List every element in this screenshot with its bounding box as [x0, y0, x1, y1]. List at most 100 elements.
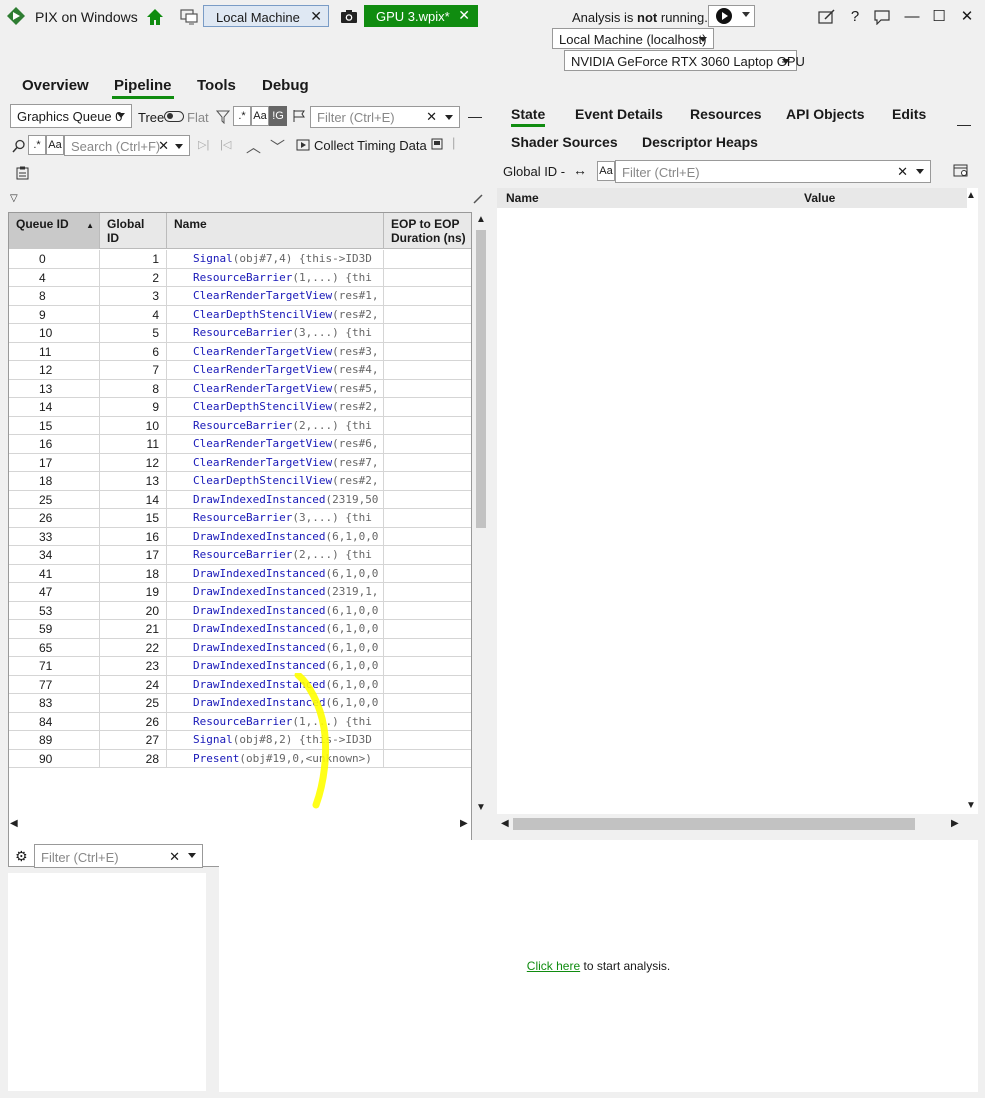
table-row[interactable]: 15 10 ResourceBarrier(2,...) {thi	[9, 416, 471, 435]
table-row[interactable]: 77 24 DrawIndexedInstanced(6,1,0,0	[9, 675, 471, 694]
column-name[interactable]: Name	[167, 213, 384, 249]
feedback-edit-icon[interactable]	[818, 9, 836, 25]
tab-pipeline[interactable]: Pipeline	[112, 77, 174, 99]
state-case-toggle[interactable]: Aa	[597, 161, 615, 181]
column-state-value[interactable]: Value	[804, 191, 835, 205]
gear-icon[interactable]: ⚙	[15, 848, 28, 865]
table-row[interactable]: 4 2 ResourceBarrier(1,...) {thi	[9, 268, 471, 287]
table-row[interactable]: 18 13 ClearDepthStencilView(res#2,	[9, 472, 471, 491]
bottom-filter-input[interactable]: Filter (Ctrl+E) ✕	[34, 844, 203, 868]
column-global-id[interactable]: Global ID	[100, 213, 167, 249]
close-icon[interactable]: ✕	[458, 7, 470, 24]
tab-overview[interactable]: Overview	[22, 77, 89, 94]
column-queue-id[interactable]: Queue ID ▲	[9, 213, 100, 249]
camera-icon[interactable]	[340, 8, 358, 24]
table-row[interactable]: 71 23 DrawIndexedInstanced(6,1,0,0	[9, 657, 471, 676]
clear-icon[interactable]: ✕	[426, 109, 437, 125]
tree-flat-toggle[interactable]	[164, 111, 184, 122]
event-search-input[interactable]: Search (Ctrl+F) ✕	[64, 135, 190, 156]
table-row[interactable]: 9 4 ClearDepthStencilView(res#2,	[9, 305, 471, 324]
collect-timing-button[interactable]: Collect Timing Data	[314, 138, 427, 153]
pane-minimize-icon[interactable]: —	[468, 108, 482, 124]
start-analysis-button[interactable]	[708, 5, 755, 27]
table-row[interactable]: 83 25 DrawIndexedInstanced(6,1,0,0	[9, 694, 471, 713]
column-eop-duration[interactable]: EOP to EOP Duration (ns)	[384, 213, 471, 249]
table-row[interactable]: 53 20 DrawIndexedInstanced(6,1,0,0	[9, 601, 471, 620]
table-row[interactable]: 8 3 ClearRenderTargetView(res#1,	[9, 287, 471, 306]
tab-edits[interactable]: Edits	[892, 106, 926, 122]
state-filter-input[interactable]: Filter (Ctrl+E) ✕	[615, 160, 931, 183]
close-icon[interactable]: ✕	[310, 8, 322, 25]
table-row[interactable]: 59 21 DrawIndexedInstanced(6,1,0,0	[9, 620, 471, 639]
scroll-right-icon[interactable]: ▶	[951, 818, 959, 829]
table-row[interactable]: 26 15 ResourceBarrier(3,...) {thi	[9, 509, 471, 528]
sync-arrows-icon[interactable]: ↔	[573, 162, 587, 178]
window-close-button[interactable]: ✕	[957, 8, 977, 26]
clear-icon[interactable]: ✕	[158, 138, 169, 154]
table-row[interactable]: 0 1 Signal(obj#7,4) {this->ID3D	[9, 250, 471, 269]
gpu-select[interactable]: NVIDIA GeForce RTX 3060 Laptop GPU	[564, 50, 805, 71]
pane-minimize-icon[interactable]: —	[957, 116, 971, 132]
first-result-icon[interactable]: |◁	[220, 138, 231, 151]
table-row[interactable]: 84 26 ResourceBarrier(1,...) {thi	[9, 712, 471, 731]
collapse-icon[interactable]: ▽	[10, 193, 18, 204]
timing-settings-icon[interactable]	[431, 138, 443, 150]
table-row[interactable]: 17 12 ClearRenderTargetView(res#7,	[9, 453, 471, 472]
scroll-right-icon[interactable]: ▶	[460, 818, 468, 829]
edit-pencil-icon[interactable]	[472, 193, 484, 205]
vertical-scrollbar-thumb[interactable]	[476, 230, 486, 528]
tab-shader-sources[interactable]: Shader Sources	[511, 134, 618, 150]
tab-api-objects[interactable]: API Objects	[786, 106, 865, 122]
scroll-up-icon[interactable]: ▲	[966, 190, 976, 201]
table-row[interactable]: 33 16 DrawIndexedInstanced(6,1,0,0	[9, 527, 471, 546]
state-options-icon[interactable]	[953, 164, 969, 178]
scroll-left-icon[interactable]: ◀	[501, 818, 509, 829]
next-result-icon[interactable]: ▷|	[198, 138, 209, 151]
event-filter-input[interactable]: Filter (Ctrl+E) ✕	[310, 106, 460, 128]
tab-event-details[interactable]: Event Details	[575, 106, 663, 122]
minimize-button[interactable]: —	[902, 8, 922, 26]
tab-local-machine[interactable]: Local Machine ✕	[203, 5, 329, 27]
chevron-up-icon[interactable]: ︿	[246, 136, 261, 157]
home-icon[interactable]	[146, 8, 164, 26]
table-row[interactable]: 16 11 ClearRenderTargetView(res#6,	[9, 435, 471, 454]
clear-icon[interactable]: ✕	[169, 849, 180, 865]
tab-gpu-capture[interactable]: GPU 3.wpix* ✕	[364, 5, 478, 27]
comment-icon[interactable]	[873, 9, 891, 25]
table-row[interactable]: 10 5 ResourceBarrier(3,...) {thi	[9, 324, 471, 343]
table-row[interactable]: 14 9 ClearDepthStencilView(res#2,	[9, 398, 471, 417]
tab-tools[interactable]: Tools	[197, 77, 236, 94]
table-row[interactable]: 12 7 ClearRenderTargetView(res#4,	[9, 361, 471, 380]
table-row[interactable]: 25 14 DrawIndexedInstanced(2319,50	[9, 490, 471, 509]
search-regex-toggle[interactable]: .*	[28, 135, 46, 155]
tab-state[interactable]: State	[511, 106, 546, 127]
chevron-down-icon[interactable]: ﹀	[270, 136, 285, 157]
regex-toggle[interactable]: .*	[233, 106, 251, 126]
tab-descriptor-heaps[interactable]: Descriptor Heaps	[642, 134, 758, 150]
clear-icon[interactable]: ✕	[897, 164, 908, 180]
scroll-down-icon[interactable]: ▼	[966, 800, 976, 811]
timing-icon[interactable]	[296, 139, 310, 151]
start-analysis-link[interactable]: Click here	[527, 959, 580, 973]
search-case-toggle[interactable]: Aa	[46, 135, 64, 155]
column-state-name[interactable]: Name	[506, 191, 539, 205]
exclude-toggle[interactable]: !G	[269, 106, 287, 126]
scroll-left-icon[interactable]: ◀	[10, 818, 18, 829]
queue-select[interactable]: Graphics Queue 0	[10, 104, 132, 128]
table-row[interactable]: 90 28 Present(obj#19,0,<unknown>)	[9, 749, 471, 768]
case-sensitive-toggle[interactable]: Aa	[251, 106, 269, 126]
tab-resources[interactable]: Resources	[690, 106, 762, 122]
table-row[interactable]: 47 19 DrawIndexedInstanced(2319,1,	[9, 583, 471, 602]
flag-icon[interactable]	[292, 109, 306, 123]
table-row[interactable]: 13 8 ClearRenderTargetView(res#5,	[9, 379, 471, 398]
machine-select[interactable]: Local Machine (localhost)	[552, 28, 714, 49]
table-row[interactable]: 41 18 DrawIndexedInstanced(6,1,0,0	[9, 564, 471, 583]
table-row[interactable]: 65 22 DrawIndexedInstanced(6,1,0,0	[9, 638, 471, 657]
clipboard-icon[interactable]	[16, 166, 29, 180]
scroll-down-icon[interactable]: ▼	[476, 802, 486, 813]
table-row[interactable]: 11 6 ClearRenderTargetView(res#3,	[9, 342, 471, 361]
filter-funnel-icon[interactable]	[216, 110, 230, 124]
table-row[interactable]: 34 17 ResourceBarrier(2,...) {thi	[9, 546, 471, 565]
horizontal-scrollbar-thumb[interactable]	[513, 818, 915, 830]
maximize-button[interactable]: ☐	[929, 8, 949, 26]
